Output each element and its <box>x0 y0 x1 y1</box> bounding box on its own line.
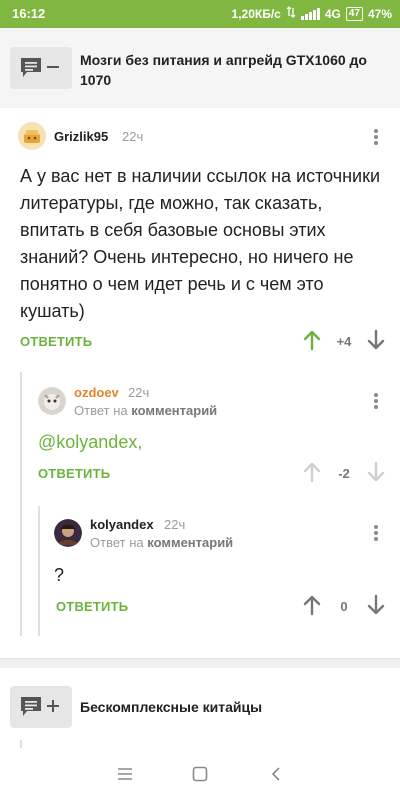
comment-text: А у вас нет в наличии ссылок на источник… <box>20 166 381 321</box>
reply-to-label: Ответ на комментарий <box>90 535 233 550</box>
reply-to-prefix: Ответ на <box>90 535 144 550</box>
post-header[interactable]: Бескомплексные китайцы <box>0 668 400 748</box>
comment-minus-icon[interactable] <box>10 47 72 89</box>
avatar[interactable] <box>54 519 82 547</box>
status-time: 16:12 <box>12 6 46 21</box>
comment-time: 22ч <box>164 517 186 532</box>
post-title[interactable]: Мозги без питания и апгрейд GTX1060 до 1… <box>80 50 390 90</box>
system-nav-bar <box>0 748 400 800</box>
data-transfer-icon <box>286 6 296 21</box>
thread-line[interactable] <box>20 372 22 636</box>
kebab-menu-icon[interactable] <box>368 523 384 543</box>
arrow-down-icon[interactable] <box>365 461 387 483</box>
thread-line <box>20 740 22 748</box>
section-divider <box>0 658 400 668</box>
arrow-up-icon[interactable] <box>301 461 323 483</box>
menu-icon[interactable] <box>113 762 137 786</box>
comment-time: 22ч <box>128 385 150 400</box>
comment-rating: +4 <box>336 334 352 349</box>
post-title[interactable]: Бескомплексные китайцы <box>80 697 390 717</box>
thread-line[interactable] <box>38 506 40 636</box>
comment-rating: -2 <box>338 466 350 481</box>
back-chevron-icon[interactable] <box>264 762 288 786</box>
reply-button[interactable]: ОТВЕТИТЬ <box>38 466 110 481</box>
reply-button[interactable]: ОТВЕТИТЬ <box>20 334 92 349</box>
reply-button[interactable]: ОТВЕТИТЬ <box>56 599 128 614</box>
arrow-down-icon[interactable] <box>365 594 387 616</box>
network-speed: 1,20КБ/с <box>231 6 281 21</box>
comment-username[interactable]: kolyandex <box>90 517 154 532</box>
kebab-menu-icon[interactable] <box>368 391 384 411</box>
comment-username[interactable]: Grizlik95 <box>54 129 108 144</box>
comment-username[interactable]: ozdoev <box>74 385 119 400</box>
comment-text[interactable]: @kolyandex, <box>38 429 378 456</box>
avatar[interactable] <box>38 387 66 415</box>
arrow-down-icon[interactable] <box>365 329 387 351</box>
status-bar: 16:12 1,20КБ/с 4G 47 47% <box>0 0 400 28</box>
status-indicators: 1,20КБ/с 4G 47 47% <box>232 6 392 21</box>
comment-rating: 0 <box>340 599 348 614</box>
reply-to-label: Ответ на комментарий <box>74 403 217 418</box>
reply-to-prefix: Ответ на <box>74 403 128 418</box>
home-square-icon[interactable] <box>188 762 212 786</box>
reply-to-link[interactable]: комментарий <box>147 535 233 550</box>
reply-to-link[interactable]: комментарий <box>131 403 217 418</box>
network-type: 4G <box>324 6 341 21</box>
battery-percent: 47% <box>367 6 392 21</box>
arrow-up-icon[interactable] <box>301 594 323 616</box>
comment-text: ? <box>54 565 65 585</box>
post-header[interactable]: Мозги без питания и апгрейд GTX1060 до 1… <box>0 28 400 108</box>
kebab-menu-icon[interactable] <box>368 127 384 147</box>
comment-plus-icon[interactable] <box>10 686 72 728</box>
avatar[interactable] <box>18 122 46 150</box>
signal-icon <box>300 7 320 20</box>
arrow-up-icon[interactable] <box>301 329 323 351</box>
battery-icon: 47 <box>345 6 363 21</box>
comment-time: 22ч <box>122 129 144 144</box>
